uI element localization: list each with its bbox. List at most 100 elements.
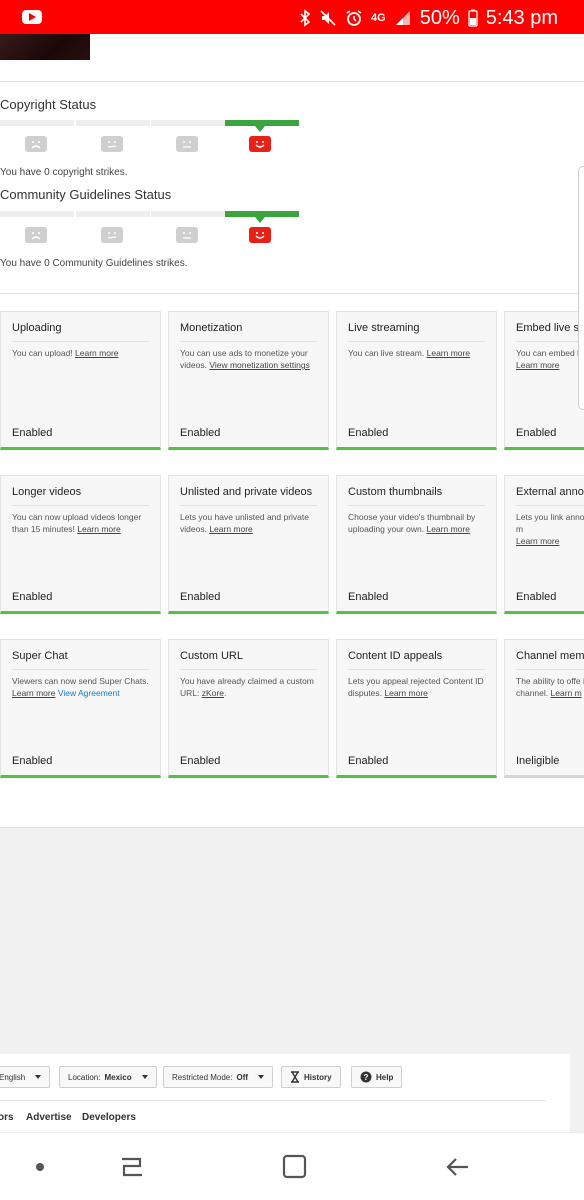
copyright-status-title: Copyright Status <box>0 97 97 112</box>
navigation-bar <box>0 1132 584 1200</box>
help-icon: ? <box>360 1071 372 1083</box>
custom-url-link[interactable]: zKore <box>202 688 224 698</box>
alarm-icon <box>346 10 362 26</box>
card-title: Content ID appeals <box>348 650 443 662</box>
chevron-down-icon <box>258 1075 265 1079</box>
card-title: Super Chat <box>12 650 68 662</box>
card-status: Enabled <box>348 427 389 439</box>
learn-more-link[interactable]: Learn more <box>427 348 470 358</box>
card-description: Viewers can now send Super Chats. Learn … <box>12 676 149 698</box>
card-description: Lets you link anno external sites or mLe… <box>516 512 584 546</box>
status-icons: 4G 50% 5:43 pm <box>299 5 558 31</box>
network-type: 4G <box>371 12 386 24</box>
card-status: Ineligible <box>516 755 560 767</box>
dot-icon[interactable] <box>34 1161 46 1173</box>
meh-face-icon <box>101 227 123 243</box>
hourglass-icon <box>291 1071 299 1083</box>
meh-face-icon <box>101 136 123 152</box>
footer-link-developers[interactable]: Developers <box>82 1112 136 1123</box>
card-status: Enabled <box>180 755 221 767</box>
view-agreement-link[interactable]: View Agreement <box>58 688 120 698</box>
card-description: Choose your video's thumbnail by uploadi… <box>348 512 476 534</box>
card-title: Uploading <box>12 322 62 334</box>
feature-card-monetization: Monetization You can use ads to monetize… <box>168 311 329 450</box>
community-status-title: Community Guidelines Status <box>0 187 172 202</box>
svg-text:?: ? <box>364 1073 369 1082</box>
signal-icon <box>395 11 410 25</box>
recent-apps-icon[interactable] <box>118 1153 146 1181</box>
battery-percent: 50% <box>419 6 460 29</box>
divider <box>0 293 584 294</box>
card-description: You can use ads to monetize your videos.… <box>180 348 310 370</box>
footer-link-creators[interactable]: ors <box>0 1112 14 1123</box>
card-status: Enabled <box>12 755 53 767</box>
happy-face-icon <box>249 136 271 152</box>
neutral-face-icon <box>176 227 198 243</box>
community-strikes-note: You have 0 Community Guidelines strikes. <box>0 258 188 269</box>
card-status: Enabled <box>348 755 389 767</box>
card-title: Channel memb <box>516 650 584 662</box>
card-status: Enabled <box>516 427 557 439</box>
feature-card-super-chat: Super Chat Viewers can now send Super Ch… <box>0 639 161 778</box>
card-title: Custom URL <box>180 650 243 662</box>
back-icon[interactable] <box>444 1153 472 1181</box>
youtube-logo-icon <box>22 10 42 24</box>
chevron-down-icon <box>35 1075 42 1079</box>
sad-face-icon <box>25 227 47 243</box>
card-status: Enabled <box>348 591 389 603</box>
footer-link-advertise[interactable]: Advertise <box>26 1112 72 1123</box>
copyright-strike-meter <box>0 120 300 160</box>
help-button[interactable]: ? Help <box>351 1066 403 1088</box>
feature-card-custom-thumbnails: Custom thumbnails Choose your video's th… <box>336 475 497 614</box>
feature-card-content-id-appeals: Content ID appeals Lets you appeal rejec… <box>336 639 497 778</box>
card-description: You can now upload videos longer than 15… <box>12 512 142 534</box>
footer-divider <box>0 1100 546 1101</box>
learn-more-link[interactable]: Learn m <box>551 688 582 698</box>
side-panel-edge[interactable] <box>578 166 584 410</box>
mute-icon <box>320 10 336 26</box>
learn-more-link[interactable]: Learn more <box>77 524 120 534</box>
card-status: Enabled <box>12 427 53 439</box>
feature-card-uploading: Uploading You can upload! Learn more Ena… <box>0 311 161 450</box>
bluetooth-icon <box>300 9 311 27</box>
card-description: Lets you have unlisted and private video… <box>180 512 310 534</box>
card-title: External annot <box>516 486 584 498</box>
divider <box>0 81 584 82</box>
card-title: Monetization <box>180 322 243 334</box>
card-description: The ability to offe isn't yet available … <box>516 676 584 698</box>
learn-more-link[interactable]: Learn more <box>516 536 559 546</box>
status-bar: 4G 50% 5:43 pm <box>0 0 584 34</box>
community-strike-meter <box>0 211 300 251</box>
feature-cards-grid: Uploading You can upload! Learn more Ena… <box>0 300 584 790</box>
location-button[interactable]: Location: Mexico <box>59 1066 157 1088</box>
home-icon[interactable] <box>281 1153 309 1181</box>
card-title: Embed live str <box>516 322 584 334</box>
card-description: You can live stream. Learn more <box>348 348 471 358</box>
history-button[interactable]: History <box>281 1066 341 1088</box>
learn-more-link[interactable]: Learn more <box>209 524 252 534</box>
neutral-face-icon <box>176 136 198 152</box>
happy-face-icon <box>249 227 271 243</box>
language-button[interactable]: English <box>0 1066 51 1088</box>
card-title: Unlisted and private videos <box>180 486 313 498</box>
learn-more-link[interactable]: Learn more <box>426 524 469 534</box>
monetization-settings-link[interactable]: View monetization settings <box>209 360 309 370</box>
restricted-mode-button[interactable]: Restricted Mode: Off <box>163 1066 274 1088</box>
chevron-down-icon <box>141 1075 148 1079</box>
card-description: You can upload! Learn more <box>12 348 119 358</box>
feature-card-live-streaming: Live streaming You can live stream. Lear… <box>336 311 497 450</box>
learn-more-link[interactable]: Learn more <box>12 688 55 698</box>
feature-card-channel-memberships: Channel memb The ability to offe isn't y… <box>504 639 584 778</box>
learn-more-link[interactable]: Learn more <box>384 688 427 698</box>
card-description: Lets you appeal rejected Content ID disp… <box>348 676 484 698</box>
channel-thumbnail[interactable] <box>0 34 90 60</box>
card-status: Enabled <box>12 591 53 603</box>
card-description: You can embed li Learn more <box>516 348 581 370</box>
card-status: Enabled <box>180 591 221 603</box>
card-status: Enabled <box>180 427 221 439</box>
feature-card-custom-url: Custom URL You have already claimed a cu… <box>168 639 329 778</box>
feature-card-unlisted-private: Unlisted and private videos Lets you hav… <box>168 475 329 614</box>
card-title: Live streaming <box>348 322 420 334</box>
learn-more-link[interactable]: Learn more <box>516 360 559 370</box>
learn-more-link[interactable]: Learn more <box>75 348 118 358</box>
